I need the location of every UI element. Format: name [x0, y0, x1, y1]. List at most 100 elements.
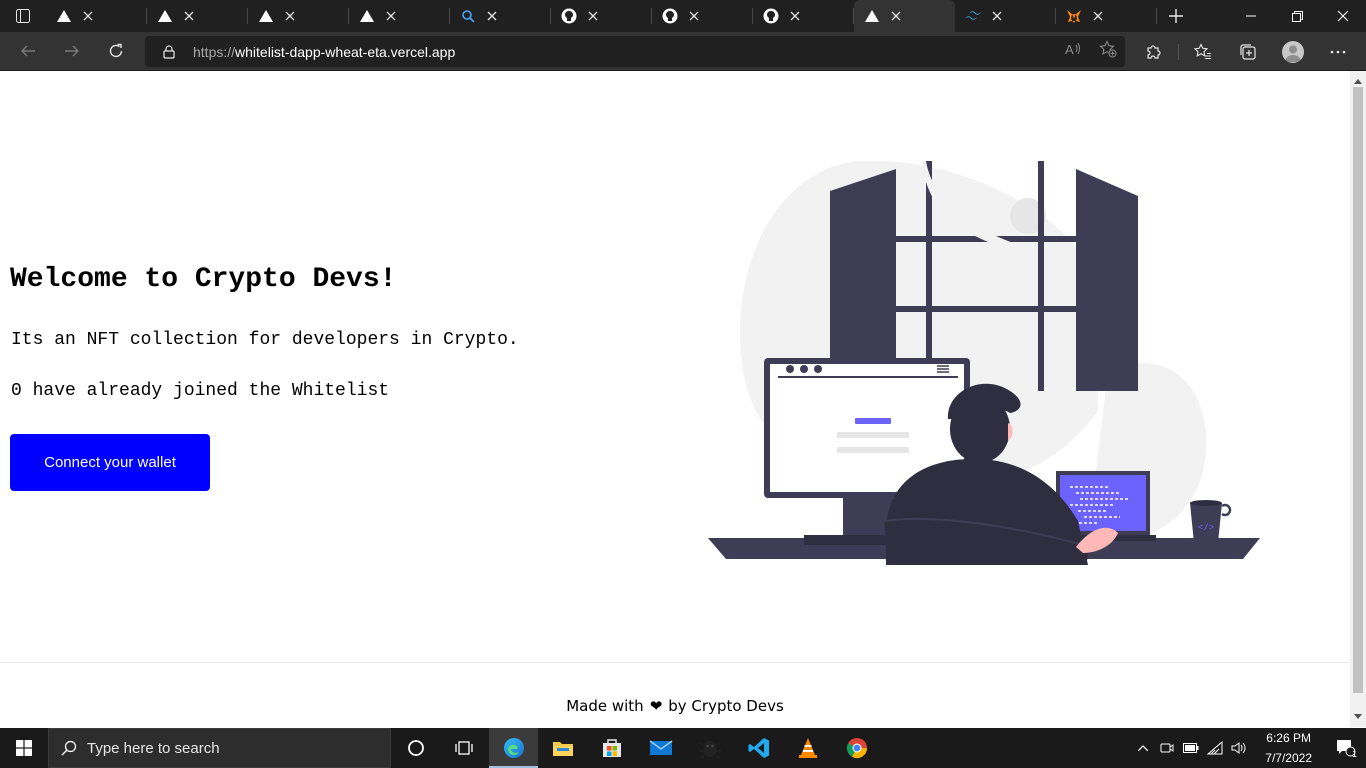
edge-taskbar-button[interactable] — [489, 728, 538, 768]
collections-icon — [1239, 43, 1256, 60]
coffee-mug-rim — [1190, 500, 1222, 506]
back-button[interactable] — [6, 32, 50, 71]
notification-center-button[interactable]: 1 — [1326, 728, 1366, 768]
close-tab-icon[interactable] — [181, 8, 197, 24]
chrome-button[interactable] — [832, 728, 881, 768]
code-icon: </> — [1198, 523, 1214, 533]
browser-tab[interactable]: akored — [652, 0, 753, 208]
close-tab-icon[interactable] — [686, 8, 702, 24]
collections-button[interactable] — [1225, 32, 1270, 71]
close-tab-icon[interactable] — [585, 8, 601, 24]
browser-tab[interactable]: Project — [147, 0, 248, 208]
task-view-icon — [454, 741, 473, 755]
task-view-button[interactable] — [440, 728, 489, 768]
file-explorer-button[interactable] — [538, 728, 587, 768]
volume-icon[interactable] — [1227, 728, 1251, 768]
url-protocol: https:// — [193, 43, 236, 60]
browser-tab[interactable]: Tailwin — [955, 0, 1056, 208]
favorites-icon — [1193, 42, 1211, 59]
vercel-icon — [56, 8, 72, 24]
vlc-button[interactable] — [783, 728, 832, 768]
clock-time: 6:26 PM — [1266, 731, 1311, 745]
page-scrollbar[interactable] — [1350, 71, 1366, 727]
minimize-icon — [1246, 15, 1256, 17]
close-tab-icon[interactable] — [282, 8, 298, 24]
favorites-button[interactable] — [1180, 32, 1225, 71]
close-tab-icon[interactable] — [383, 8, 399, 24]
monitor-titlebar — [770, 364, 964, 374]
svg-text:A: A — [1065, 42, 1074, 56]
chrome-icon — [846, 738, 867, 759]
tab-actions-button[interactable] — [0, 0, 46, 32]
forward-button[interactable] — [50, 32, 94, 71]
restore-button[interactable] — [1274, 0, 1320, 32]
search-icon — [460, 8, 476, 24]
read-aloud-icon[interactable]: A — [1065, 42, 1081, 61]
store-icon — [602, 739, 621, 757]
lock-icon[interactable] — [153, 44, 185, 59]
whitelist-count: 0 have already joined the Whitelist — [11, 381, 390, 401]
browser-tab[interactable]: Experie — [349, 0, 450, 208]
windows-taskbar: Type here to search 6:26 PM 7/7/2022 1 — [0, 728, 1366, 768]
battery-icon[interactable] — [1179, 728, 1203, 768]
page-viewport: Welcome to Crypto Devs! Its an NFT colle… — [0, 71, 1350, 727]
browser-tab[interactable]: github — [450, 0, 551, 208]
store-button[interactable] — [587, 728, 636, 768]
arrow-right-icon — [65, 45, 79, 57]
heart-icon: ❤ — [649, 697, 663, 715]
refresh-button[interactable] — [94, 32, 138, 71]
browser-tab[interactable]: MetaM — [1056, 0, 1157, 208]
vercel-icon — [258, 8, 274, 24]
puzzle-icon — [1146, 44, 1161, 59]
tab-actions-icon — [16, 9, 30, 23]
browser-tab-bar: AboabProjectAboabExperiegithubYour Rakor… — [0, 0, 1366, 208]
restore-icon — [1291, 10, 1303, 22]
footer-suffix: by Crypto Devs — [668, 697, 784, 715]
minimize-button[interactable] — [1228, 0, 1274, 32]
window-dot — [814, 365, 822, 373]
screen-text-line — [837, 432, 909, 438]
show-hidden-icons-button[interactable] — [1131, 728, 1155, 768]
meet-now-icon[interactable] — [1155, 728, 1179, 768]
browser-tab[interactable]: Your R — [551, 0, 652, 208]
new-tab-button[interactable] — [1157, 0, 1195, 32]
close-tab-icon[interactable] — [1090, 8, 1106, 24]
close-tab-icon[interactable] — [80, 8, 96, 24]
network-icon[interactable] — [1203, 728, 1227, 768]
close-tab-icon[interactable] — [989, 8, 1005, 24]
browser-tab[interactable]: Aboab — [46, 0, 147, 208]
taskbar-clock[interactable]: 6:26 PM 7/7/2022 — [1251, 728, 1326, 768]
cortana-icon — [407, 740, 424, 756]
add-favorite-icon[interactable] — [1099, 40, 1117, 63]
close-tab-icon[interactable] — [484, 8, 500, 24]
app-taskbar-button[interactable] — [685, 728, 734, 768]
connect-wallet-button[interactable]: Connect your wallet — [10, 434, 210, 491]
screen-accent-bar — [855, 418, 891, 424]
profile-button[interactable] — [1270, 32, 1315, 71]
browser-tab[interactable]: akored — [753, 0, 854, 208]
avatar — [1281, 40, 1304, 63]
url-text[interactable]: https://whitelist-dapp-wheat-eta.vercel.… — [193, 44, 455, 60]
system-tray: 6:26 PM 7/7/2022 1 — [1131, 728, 1366, 768]
refresh-icon — [109, 43, 123, 58]
taskbar-search-box[interactable]: Type here to search — [48, 728, 391, 768]
scrollbar-thumb[interactable] — [1353, 87, 1363, 693]
address-bar[interactable]: https://whitelist-dapp-wheat-eta.vercel.… — [145, 36, 1125, 67]
close-tab-icon[interactable] — [787, 8, 803, 24]
folder-icon — [552, 742, 573, 756]
start-button[interactable] — [0, 728, 48, 768]
extensions-button[interactable] — [1131, 32, 1176, 71]
close-tab-icon[interactable] — [888, 8, 904, 24]
browser-tab[interactable]: Whitel — [854, 0, 955, 208]
browser-tab[interactable]: Aboab — [248, 0, 349, 208]
settings-menu-button[interactable] — [1315, 32, 1360, 71]
window-dot — [800, 365, 808, 373]
mail-button[interactable] — [636, 728, 685, 768]
chevron-up-icon — [1138, 745, 1149, 751]
page-footer: Made with ❤ by Crypto Devs — [0, 662, 1350, 727]
close-window-button[interactable] — [1320, 0, 1366, 32]
scroll-down-arrow-icon[interactable] — [1350, 709, 1366, 725]
search-icon — [61, 740, 77, 756]
cortana-button[interactable] — [391, 728, 440, 768]
vscode-button[interactable] — [734, 728, 783, 768]
